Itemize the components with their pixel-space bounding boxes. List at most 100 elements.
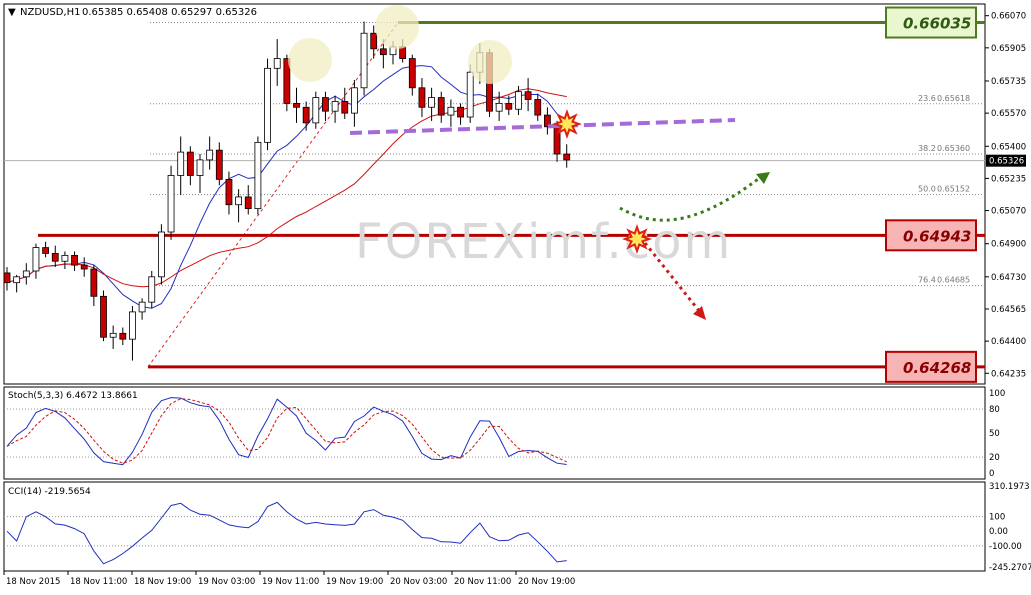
chart-window[interactable]: 23.6 0.65618 38.2 0.65360 50.0 0.65152 76.4 0.6… bbox=[0, 0, 1031, 591]
time-tick-label: 20 Nov 19:00 bbox=[518, 577, 575, 587]
stoch-tick-label: 100 bbox=[989, 389, 1005, 399]
candle-bear bbox=[186, 151, 194, 176]
price-tick-label: 0.65570 bbox=[991, 109, 1026, 119]
time-tick-label: 19 Nov 11:00 bbox=[262, 577, 319, 587]
candle-bear bbox=[51, 253, 59, 262]
pattern-highlight bbox=[288, 38, 332, 82]
candle-bear bbox=[408, 58, 416, 89]
symbol-label: NZDUSD,H1 bbox=[20, 7, 80, 18]
candle-bear bbox=[215, 149, 223, 180]
candle-bull bbox=[254, 141, 262, 210]
candle-bear bbox=[225, 178, 233, 206]
candle-bear bbox=[524, 91, 532, 100]
candle-bull bbox=[196, 159, 204, 176]
fib-value: 0.65360 bbox=[937, 144, 970, 153]
price-tick-label: 0.64900 bbox=[991, 240, 1026, 250]
candle-bear bbox=[100, 295, 107, 338]
candle-bull bbox=[206, 149, 214, 161]
time-tick-label: 19 Nov 19:00 bbox=[326, 577, 383, 587]
candle-bull bbox=[350, 87, 358, 114]
current-price-label: 0.65326 bbox=[989, 157, 1024, 167]
time-tick-label: 18 Nov 2015 bbox=[6, 577, 60, 587]
time-tick-label: 18 Nov 19:00 bbox=[134, 577, 191, 587]
price-tick-label: 0.65735 bbox=[991, 77, 1026, 87]
chart-canvas[interactable]: 23.6 0.6561838.2 0.6536050.0 0.6515276.4 0.6… bbox=[0, 0, 1031, 591]
candle-bear bbox=[505, 102, 513, 110]
candle-bull bbox=[515, 91, 522, 110]
candle-bull bbox=[312, 97, 320, 124]
candle-bear bbox=[341, 101, 349, 114]
fib-value: 0.65152 bbox=[937, 185, 970, 194]
candle-bear bbox=[563, 153, 571, 161]
candle-bear bbox=[42, 247, 49, 254]
cci-tick-label: -100.00 bbox=[989, 542, 1022, 552]
cci-tick-label: 0.00 bbox=[989, 527, 1008, 537]
candle-bull bbox=[447, 106, 455, 116]
price-tick-label: 0.65400 bbox=[991, 142, 1026, 152]
candle-bull bbox=[264, 67, 271, 143]
cci-tick-label: 100 bbox=[989, 513, 1005, 523]
price-tick-label: 0.64235 bbox=[991, 369, 1026, 379]
candle-bear bbox=[80, 264, 88, 270]
candle-bear bbox=[418, 87, 426, 108]
price-tick-label: 0.66070 bbox=[991, 12, 1026, 22]
fib-value: 0.64685 bbox=[937, 276, 970, 285]
candle-bear bbox=[534, 99, 542, 116]
candle-bear bbox=[437, 97, 445, 116]
fib-label: 76.4 bbox=[918, 276, 936, 285]
candle-bear bbox=[457, 106, 464, 118]
cci-tick-label: 310.1973 bbox=[989, 482, 1030, 492]
candle-bull bbox=[129, 311, 136, 340]
pattern-highlight bbox=[375, 5, 419, 49]
candle-bull bbox=[273, 58, 281, 69]
stoch-tick-label: 50 bbox=[989, 429, 1000, 439]
candle-bull bbox=[61, 254, 69, 262]
breakout-burst bbox=[552, 109, 582, 139]
time-tick-label: 20 Nov 03:00 bbox=[390, 577, 447, 587]
candle-bull bbox=[157, 231, 165, 278]
fib-label: 50.0 bbox=[918, 185, 936, 194]
price-tick-label: 0.64400 bbox=[991, 337, 1026, 347]
time-tick-label: 19 Nov 03:00 bbox=[198, 577, 255, 587]
candle-bear bbox=[244, 196, 252, 210]
candle-bull bbox=[428, 97, 436, 108]
stoch-tick-label: 80 bbox=[989, 405, 1000, 415]
candle-bull bbox=[138, 301, 146, 313]
price-tick-label: 0.65070 bbox=[991, 207, 1026, 217]
price-tick-label: 0.64730 bbox=[991, 273, 1026, 283]
candle-bull bbox=[13, 276, 21, 284]
pattern-highlight bbox=[468, 40, 512, 84]
price-tick-label: 0.64565 bbox=[991, 305, 1026, 315]
breakout-burst bbox=[622, 224, 652, 254]
candle-bear bbox=[90, 268, 98, 297]
candle-bull bbox=[167, 175, 175, 233]
stoch-tick-label: 20 bbox=[989, 453, 1000, 463]
candle-bull bbox=[109, 332, 117, 338]
candle-bull bbox=[148, 276, 156, 303]
stoch-tick-label: 0 bbox=[989, 469, 994, 479]
candle-bull bbox=[331, 101, 339, 112]
header-arrow-icon[interactable]: ▼ bbox=[8, 7, 16, 18]
candle-bear bbox=[119, 332, 127, 340]
candle-bear bbox=[71, 254, 78, 266]
level-value: 0.64943 bbox=[903, 227, 971, 245]
fib-value: 0.65618 bbox=[937, 94, 970, 103]
level-value: 0.66035 bbox=[903, 15, 971, 33]
level-value: 0.64268 bbox=[903, 359, 971, 377]
watermark: FOREXimf.com bbox=[355, 214, 732, 270]
candle-bull bbox=[32, 247, 40, 272]
fib-label: 38.2 bbox=[918, 144, 936, 153]
candle-bear bbox=[302, 106, 310, 124]
time-tick-label: 18 Nov 11:00 bbox=[70, 577, 127, 587]
candle-bear bbox=[379, 48, 387, 56]
candle-bull bbox=[22, 270, 30, 278]
candle-bull bbox=[360, 32, 368, 89]
price-tick-label: 0.65905 bbox=[991, 44, 1026, 54]
candle-bull bbox=[235, 196, 243, 206]
cci-tick-label: -245.2707 bbox=[989, 563, 1031, 573]
price-tick-label: 0.65235 bbox=[991, 174, 1026, 184]
time-tick-label: 20 Nov 11:00 bbox=[454, 577, 511, 587]
candle-bull bbox=[466, 71, 474, 118]
stoch-title: Stoch(5,3,3) 6.4672 13.8661 bbox=[8, 391, 138, 401]
fib-label: 23.6 bbox=[918, 94, 936, 103]
